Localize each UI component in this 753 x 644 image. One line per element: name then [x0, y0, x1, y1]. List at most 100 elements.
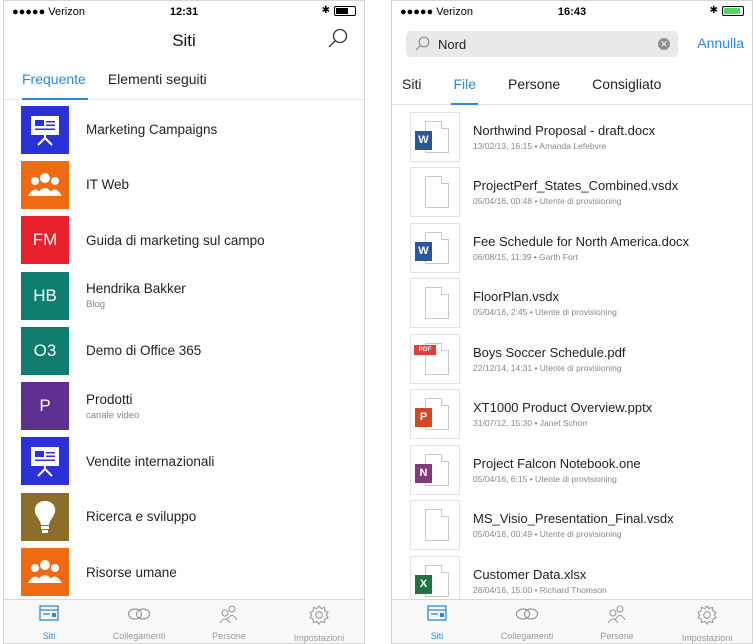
file-thumbnail: W	[410, 111, 460, 162]
site-tile: HB	[21, 271, 69, 320]
list-item[interactable]: ProjectPerf_States_Combined.vsdx 05/04/16…	[392, 165, 752, 221]
search-button[interactable]	[326, 27, 350, 51]
site-text: Demo di Office 365	[86, 343, 201, 358]
tabbar-siti[interactable]: Siti	[392, 600, 482, 643]
list-item[interactable]: FM Guida di marketing sul campo	[4, 213, 364, 268]
tabbar-label: Impostazioni	[293, 633, 345, 643]
site-tile: P	[21, 382, 69, 431]
file-thumbnail	[410, 500, 460, 551]
segment-tabs: Frequente Elementi seguiti	[4, 71, 364, 100]
list-item[interactable]: P Prodotti canale video	[4, 378, 364, 433]
tab-bar: Siti Collegamenti Persone Impostazioni	[4, 599, 364, 643]
tabbar-impostazioni[interactable]: Impostazioni	[662, 600, 752, 643]
battery-icon	[334, 5, 356, 16]
tabbar-label: Siti	[42, 631, 56, 641]
list-item[interactable]: N Project Falcon Notebook.one 05/04/16, 6:…	[392, 442, 752, 498]
clock: 16:43	[557, 6, 587, 18]
list-item[interactable]: FloorPlan.vsdx 05/04/16, 2:45 • Utente di…	[392, 276, 752, 332]
site-initials: HB	[33, 285, 57, 305]
tab-siti[interactable]: Siti	[402, 76, 421, 104]
sites-icon	[38, 604, 60, 629]
site-subtitle: canale video	[86, 409, 140, 421]
file-name: MS_Visio_Presentation_Final.vsdx	[473, 511, 674, 527]
lightbulb-icon	[32, 499, 58, 535]
word-icon: W	[415, 130, 432, 150]
file-thumbnail	[410, 278, 460, 329]
tabbar-persone[interactable]: Persone	[572, 600, 662, 643]
file-text: Northwind Proposal - draft.docx 13/02/13,…	[473, 123, 655, 151]
tab-bar: Siti Collegamenti Persone Impostazioni	[392, 599, 752, 643]
list-item[interactable]: PDF Boys Soccer Schedule.pdf 22/12/14, 14:…	[392, 331, 752, 387]
list-item[interactable]: P XT1000 Product Overview.pptx 31/07/12, 1…	[392, 387, 752, 443]
document-icon	[425, 509, 449, 542]
file-text: FloorPlan.vsdx 05/04/16, 2:45 • Utente di…	[473, 289, 617, 317]
list-item[interactable]: O3 Demo di Office 365	[4, 323, 364, 378]
site-name: Prodotti	[86, 391, 133, 407]
sites-icon	[426, 604, 448, 629]
file-text: Project Falcon Notebook.one 05/04/16, 6:1…	[473, 456, 641, 484]
powerpoint-icon: P	[415, 408, 432, 428]
list-item[interactable]: MS_Visio_Presentation_Final.vsdx 05/04/16…	[392, 498, 752, 554]
file-text: XT1000 Product Overview.pptx 31/07/12, 15…	[473, 400, 652, 428]
file-name: Boys Soccer Schedule.pdf	[473, 344, 626, 360]
page-title: Siti	[172, 31, 196, 50]
tabbar-persone[interactable]: Persone	[184, 600, 274, 643]
list-item[interactable]: W Northwind Proposal - draft.docx 13/02/13…	[392, 109, 752, 165]
site-initials: P	[39, 396, 51, 416]
clock: 12:31	[169, 6, 199, 18]
file-name: ProjectPerf_States_Combined.vsdx	[473, 178, 679, 194]
search-icon	[415, 36, 430, 51]
tab-consigliato[interactable]: Consigliato	[592, 76, 661, 104]
search-icon	[328, 28, 348, 48]
site-name: Marketing Campaigns	[86, 122, 218, 138]
file-name: Customer Data.xlsx	[473, 566, 587, 582]
tab-elementi-seguiti[interactable]: Elementi seguiti	[98, 71, 219, 99]
cancel-button[interactable]: Annulla	[697, 35, 744, 51]
site-list: Marketing Campaigns IT Web FM Guida di mark…	[4, 102, 364, 600]
site-text: Hendrika Bakker Blog	[86, 281, 186, 310]
search-input[interactable]: Nord ✕	[406, 31, 678, 57]
tab-file[interactable]: File	[451, 76, 478, 105]
list-item[interactable]: Risorse umane	[4, 544, 364, 599]
file-meta: 22/12/14, 14:31 • Utente di provisioning	[473, 362, 622, 373]
pdf-icon: PDF	[414, 344, 436, 355]
file-name: Project Falcon Notebook.one	[473, 455, 641, 471]
file-thumbnail: PDF	[410, 333, 460, 384]
clear-icon[interactable]: ✕	[658, 38, 670, 50]
file-text: ProjectPerf_States_Combined.vsdx 05/04/16…	[473, 178, 678, 206]
tabbar-collegamenti[interactable]: Collegamenti	[482, 600, 572, 643]
tab-persone[interactable]: Persone	[508, 76, 560, 104]
onenote-icon: N	[415, 463, 432, 483]
tabbar-siti[interactable]: Siti	[4, 600, 94, 643]
site-subtitle: Blog	[86, 299, 106, 311]
site-tile	[21, 548, 69, 597]
presentation-icon	[28, 444, 62, 478]
gear-icon	[696, 604, 718, 631]
word-icon: W	[415, 241, 432, 261]
tabbar-collegamenti[interactable]: Collegamenti	[94, 600, 184, 643]
people-group-icon	[26, 170, 64, 200]
excel-icon: X	[415, 574, 432, 594]
file-meta: 13/02/13, 16:15 • Amanda Lefebvre	[473, 140, 607, 151]
site-tile	[21, 160, 69, 209]
list-item[interactable]: W Fee Schedule for North America.docx 06/0…	[392, 220, 752, 276]
tabbar-label: Persone	[600, 631, 634, 641]
file-meta: 31/07/12, 15:30 • Janet Schorr	[473, 418, 588, 429]
link-icon	[126, 604, 152, 629]
site-name: Guida di marketing sul campo	[86, 232, 265, 248]
list-item[interactable]: Ricerca e sviluppo	[4, 489, 364, 544]
file-meta: 05/04/16, 6:15 • Utente di provisioning	[473, 473, 617, 484]
list-item[interactable]: HB Hendrika Bakker Blog	[4, 268, 364, 323]
site-tile	[21, 437, 69, 486]
status-bar: ●●●●● Verizon 12:31 ✱	[4, 1, 364, 21]
site-name: Ricerca e sviluppo	[86, 509, 197, 525]
people-group-icon	[26, 557, 64, 587]
tab-frequente[interactable]: Frequente	[12, 71, 98, 100]
list-item[interactable]: IT Web	[4, 157, 364, 212]
list-item[interactable]: Marketing Campaigns	[4, 102, 364, 157]
list-item[interactable]: Vendite internazionali	[4, 434, 364, 489]
site-text: Prodotti canale video	[86, 392, 139, 421]
file-name: FloorPlan.vsdx	[473, 289, 559, 305]
site-name: IT Web	[86, 177, 130, 193]
tabbar-impostazioni[interactable]: Impostazioni	[274, 600, 364, 643]
